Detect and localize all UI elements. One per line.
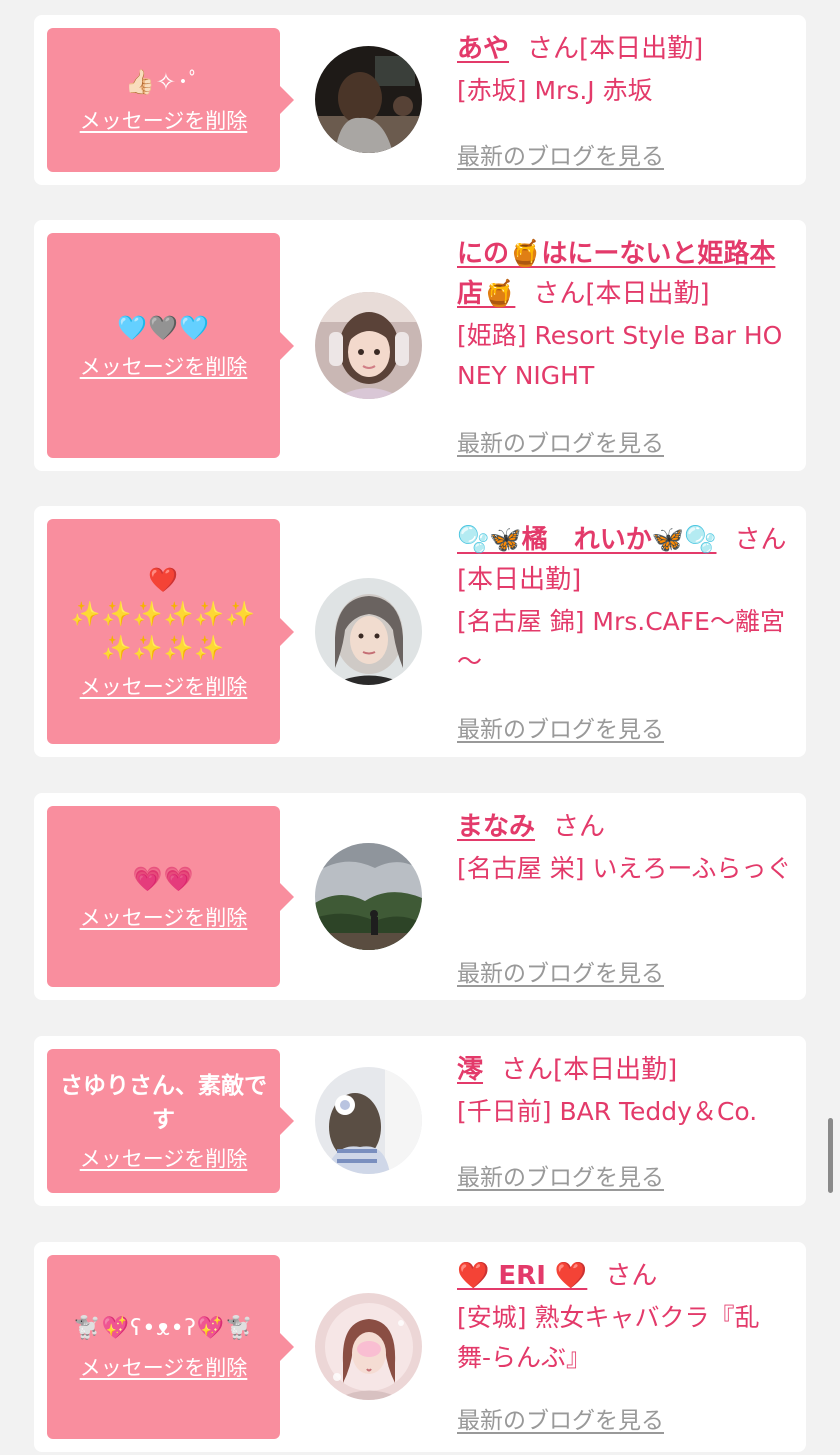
latest-blog-link[interactable]: 最新のブログを見る [457,710,664,744]
status-text: [本日出勤] [553,1055,678,1085]
avatar-photo-icon [315,1067,422,1174]
name-line: ❤️ ERI ❤️ さん [457,1256,792,1296]
shop-name: [赤坂] Mrs.J 赤坂 [457,76,653,105]
avatar-photo-icon [315,843,422,950]
honorific: さん [527,34,580,64]
cast-info: あや さん[本日出勤] [赤坂] Mrs.J 赤坂 [457,29,792,111]
shop-name: [名古屋 錦] Mrs.CAFE～離宮～ [457,607,785,676]
cast-name-link[interactable]: ❤️ ERI ❤️ [457,1261,587,1291]
cast-info: まなみ さん [名古屋 栄] いえろーふらっぐ [457,807,792,889]
delete-message-link[interactable]: メッセージを削除 [80,902,248,932]
delete-message-link[interactable]: メッセージを削除 [80,671,248,701]
avatar[interactable] [315,1067,422,1174]
honorific: さん [553,812,606,842]
avatar[interactable] [315,292,422,399]
message-bubble: 💗💗 メッセージを削除 [47,806,294,987]
delete-message-link[interactable]: メッセージを削除 [80,351,248,381]
message-card: 🩵🩶🩵 メッセージを削除 にの🍯はにーないと姫路本店🍯 さん[本日出勤] [姫路… [34,220,806,471]
name-line: 🫧🦋橘 れいか🦋🫧 さん [本日出勤] [457,520,792,600]
cast-info: ❤️ ERI ❤️ さん [安城] 熟女キャバクラ『乱舞-らんぶ』 [457,1256,792,1378]
message-text: 👍🏻✧･ﾟ [125,68,202,96]
avatar-photo-icon [315,292,422,399]
avatar[interactable] [315,1293,422,1400]
avatar-photo-icon [315,46,422,153]
cast-info: 🫧🦋橘 れいか🦋🫧 さん [本日出勤] [名古屋 錦] Mrs.CAFE～離宮～ [457,520,792,682]
latest-blog-link[interactable]: 最新のブログを見る [457,137,664,171]
name-line: あや さん[本日出勤] [457,29,792,69]
message-card: 💗💗 メッセージを削除 まなみ さん [名古屋 栄] いえろーふらっぐ 最新のブロ… [34,793,806,1000]
message-bubble: 👍🏻✧･ﾟ メッセージを削除 [47,28,294,172]
delete-message-link[interactable]: メッセージを削除 [80,1352,248,1382]
honorific: さん [501,1055,554,1085]
avatar-photo-icon [315,578,422,685]
avatar-photo-icon [315,1293,422,1400]
latest-blog-link[interactable]: 最新のブログを見る [457,1158,664,1192]
status-text: [本日出勤] [585,279,710,309]
cast-name-link[interactable]: 🫧🦋橘 れいか🦋🫧 [457,525,717,555]
status-text: [本日出勤] [579,34,704,64]
message-card: ❤️ ✨✨✨✨✨✨ ✨✨✨✨ メッセージを削除 🫧🦋橘 れいか🦋🫧 さん [本日出勤… [34,506,806,757]
name-line: まなみ さん [457,807,792,847]
honorific: さん [605,1261,658,1291]
cast-name-link[interactable]: まなみ [457,812,535,842]
message-text: 🩵🩶🩵 [117,313,210,342]
message-text: ❤️ ✨✨✨✨✨✨ ✨✨✨✨ [70,565,257,662]
message-bubble: さゆりさん、素敵です メッセージを削除 [47,1049,294,1193]
delete-message-link[interactable]: メッセージを削除 [80,105,248,135]
cast-info: 澪さん[本日出勤] [千日前] BAR Teddy＆Co. [457,1050,792,1132]
cast-name-link[interactable]: あや [457,34,509,64]
message-card: 👍🏻✧･ﾟ メッセージを削除 あや さん[本日出勤] [赤坂] Mrs.J 赤坂 … [34,15,806,185]
shop-name: [名古屋 栄] いえろーふらっぐ [457,854,792,883]
honorific: さん [734,525,787,555]
name-line: 澪さん[本日出勤] [457,1050,792,1090]
latest-blog-link[interactable]: 最新のブログを見る [457,954,664,988]
avatar[interactable] [315,578,422,685]
message-text: さゆりさん、素敵です [60,1073,267,1133]
avatar[interactable] [315,46,422,153]
scrollbar[interactable] [828,1118,833,1193]
latest-blog-link[interactable]: 最新のブログを見る [457,1401,664,1435]
latest-blog-link[interactable]: 最新のブログを見る [457,424,664,458]
message-bubble: ❤️ ✨✨✨✨✨✨ ✨✨✨✨ メッセージを削除 [47,519,294,744]
message-text: 💗💗 [132,864,195,893]
message-card: 🐩💖ʕ•ᴥ•ʔ💖🐩 メッセージを削除 ❤️ ERI ❤️ さん [安城] 熟女キャ… [34,1242,806,1452]
status-text: [本日出勤] [457,565,582,595]
message-card: さゆりさん、素敵です メッセージを削除 澪さん[本日出勤] [千日前] BAR … [34,1036,806,1206]
avatar[interactable] [315,843,422,950]
name-line: にの🍯はにーないと姫路本店🍯 さん[本日出勤] [457,234,792,314]
shop-name: [安城] 熟女キャバクラ『乱舞-らんぶ』 [457,1303,760,1372]
shop-name: [姫路] Resort Style Bar HONEY NIGHT [457,321,783,390]
message-list: 👍🏻✧･ﾟ メッセージを削除 あや さん[本日出勤] [赤坂] Mrs.J 赤坂 … [0,0,840,1455]
shop-name: [千日前] BAR Teddy＆Co. [457,1097,758,1126]
message-bubble: 🩵🩶🩵 メッセージを削除 [47,233,294,458]
delete-message-link[interactable]: メッセージを削除 [80,1143,248,1173]
message-text: 🐩💖ʕ•ᴥ•ʔ💖🐩 [73,1316,254,1341]
cast-info: にの🍯はにーないと姫路本店🍯 さん[本日出勤] [姫路] Resort Style… [457,234,792,396]
message-bubble: 🐩💖ʕ•ᴥ•ʔ💖🐩 メッセージを削除 [47,1255,294,1439]
honorific: さん [533,279,586,309]
cast-name-link[interactable]: 澪 [457,1055,483,1085]
